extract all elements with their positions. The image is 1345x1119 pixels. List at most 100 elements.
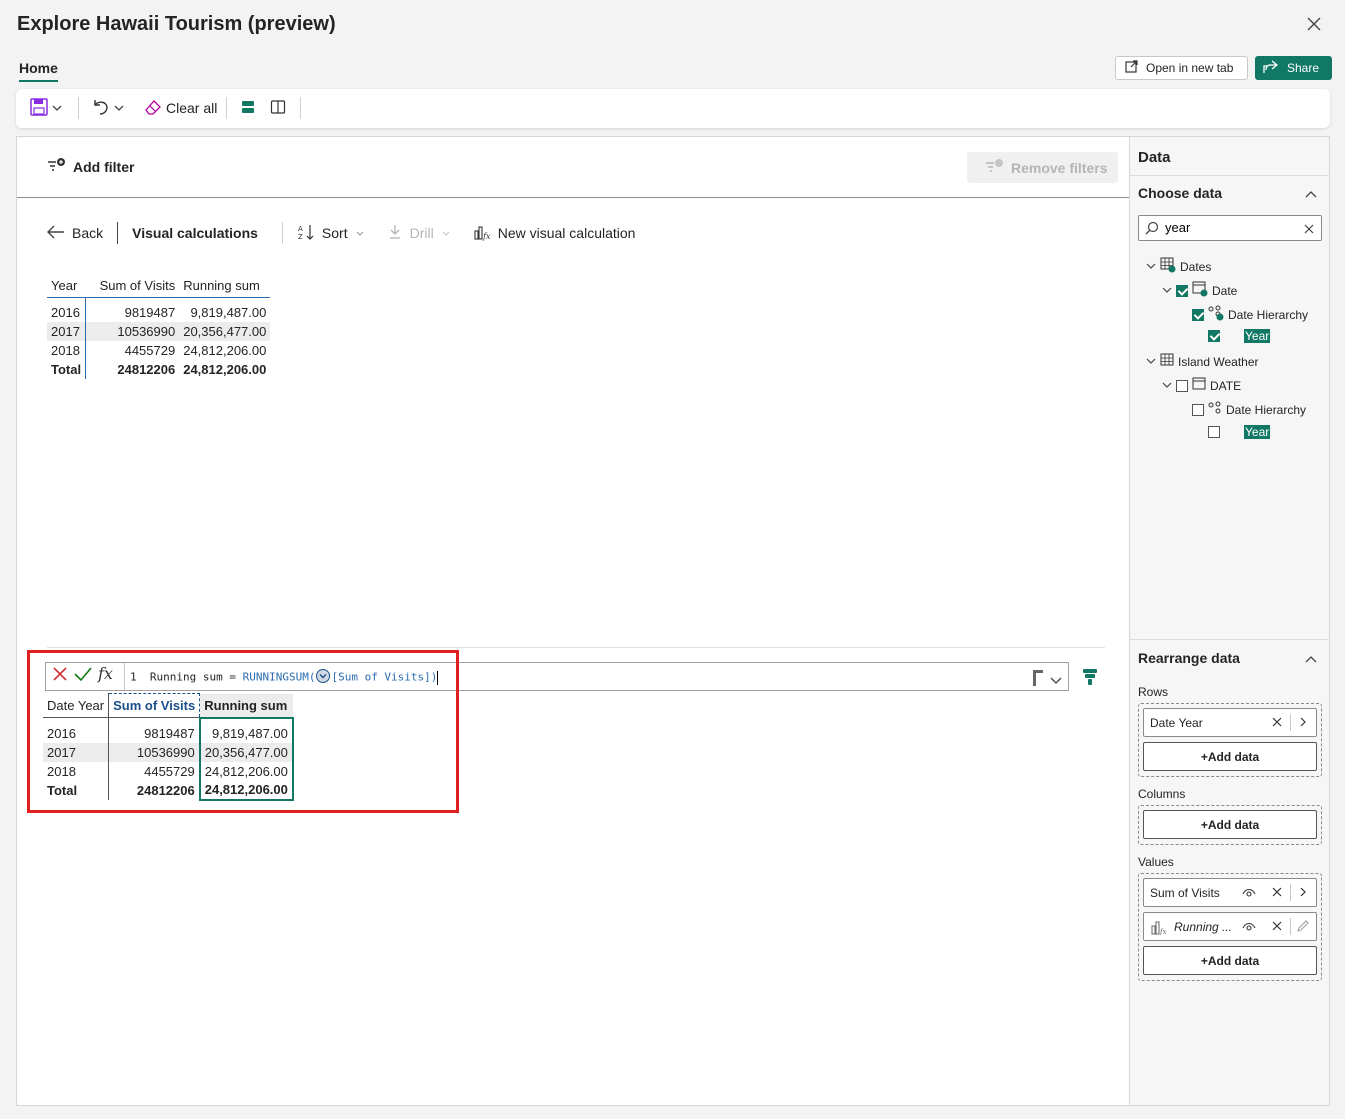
tree-item-island-weather[interactable]: Island Weather [1146,353,1259,370]
chevron-up-icon[interactable] [1305,187,1317,205]
close-icon[interactable] [1304,14,1324,34]
table-cell: 4455729 [124,343,176,358]
table-cell: Total [47,360,87,379]
undo-button[interactable] [92,97,124,119]
sort-icon: AZ [297,223,315,244]
remove-icon[interactable] [1272,887,1282,897]
share-label: Share [1287,61,1320,75]
checkbox[interactable] [1176,284,1188,297]
add-data-button[interactable]: +Add data [1143,946,1317,975]
layout-stacked-button[interactable] [240,97,256,119]
arrow-left-icon [47,225,65,242]
formula-expand-group [1032,669,1062,692]
chevron-down-icon[interactable] [1162,379,1172,393]
drill-button[interactable]: Drill [387,224,451,243]
chevron-down-icon[interactable] [1162,284,1172,298]
window-title: Explore Hawaii Tourism (preview) [17,13,336,35]
remove-icon[interactable] [1272,717,1282,727]
checkbox[interactable] [1176,379,1188,392]
values-well: Sum of Visits fx Running ... +Add data [1138,873,1322,981]
chevron-down-icon [52,100,62,116]
save-icon [30,97,48,119]
chevron-down-icon[interactable] [1146,260,1156,274]
column-header[interactable]: Year [47,275,86,297]
filter-bar: Add filter Remove filters [17,137,1129,198]
calendar-table-icon [1192,281,1208,300]
calendar-table-icon [1192,377,1206,394]
pane-divider[interactable] [47,647,1105,648]
checkbox[interactable] [1208,426,1220,438]
tree-item-dates[interactable]: Dates [1146,257,1211,276]
share-icon [1263,59,1279,77]
ribbon-toolbar: Clear all [16,89,1330,128]
visual-calc-icon: fx [1151,919,1167,935]
search-input[interactable] [1165,220,1295,235]
edit-pencil-icon[interactable] [1297,920,1309,932]
add-data-button[interactable]: +Add data [1143,742,1317,771]
clear-all-button[interactable]: Clear all [144,97,217,119]
tree-item-year-2[interactable]: Year [1208,425,1271,439]
chevron-right-icon[interactable] [1299,717,1307,727]
choose-data-header[interactable]: Choose data [1138,185,1222,201]
columns-well: +Add data [1138,805,1322,845]
remove-filters-label: Remove filters [1011,159,1108,176]
layout-side-button[interactable] [270,97,286,119]
new-visual-calc-label: New visual calculation [497,225,636,241]
share-button[interactable]: Share [1255,56,1332,80]
tree-label: Date Hierarchy [1228,307,1309,322]
add-filter-label: Add filter [73,158,135,175]
chevron-up-icon[interactable] [1305,652,1317,670]
back-button[interactable]: Back [47,225,103,242]
undo-icon [92,98,110,119]
tree-label: DATE [1210,378,1242,393]
eye-icon[interactable] [1242,888,1256,898]
back-label: Back [72,225,104,241]
tree-item-date-hierarchy-2[interactable]: Date Hierarchy [1192,401,1306,418]
main-canvas: Add filter Remove filters Back Visual ca… [16,136,1130,1106]
remove-icon[interactable] [1272,921,1282,931]
sort-button[interactable]: AZ Sort [297,223,365,244]
visual-calculations-label: Visual calculations [132,225,258,241]
clear-search-icon[interactable] [1303,222,1315,240]
add-data-button[interactable]: +Add data [1143,810,1317,839]
tree-label: Dates [1180,259,1212,274]
table-cell: 10536990 [85,322,180,341]
format-painter-icon[interactable] [1082,668,1098,691]
rearrange-data-header[interactable]: Rearrange data [1138,650,1240,666]
checkbox[interactable] [1192,403,1204,416]
tree-label: Year [1244,329,1271,343]
chevron-down-icon[interactable] [1050,672,1062,690]
tree-item-date-caps[interactable]: DATE [1162,377,1241,394]
values-pill-sum-of-visits[interactable]: Sum of Visits [1143,878,1317,907]
search-field[interactable] [1138,215,1322,241]
checkbox[interactable] [1208,330,1220,342]
chevron-right-icon[interactable] [1299,887,1307,897]
table-total-row: Total 24812206 24,812,206.00 [47,360,270,379]
tab-home[interactable]: Home [19,60,58,82]
chevron-down-icon[interactable] [1146,355,1156,369]
tree-label: Date Hierarchy [1226,402,1307,417]
open-new-tab-button[interactable]: Open in new tab [1115,56,1248,80]
tree-label: Date [1212,283,1238,298]
tree-item-date-hierarchy[interactable]: Date Hierarchy [1192,305,1308,324]
column-header[interactable]: Sum of Visits [86,275,180,297]
eye-icon[interactable] [1242,922,1256,932]
remove-filters-button[interactable]: Remove filters [967,152,1118,183]
save-button[interactable] [30,97,62,119]
drill-label: Drill [409,225,434,241]
new-visual-calculation-button[interactable]: fx New visual calculation [473,223,636,244]
tree-item-year[interactable]: Year [1208,329,1271,343]
pill-label: Date Year [1150,715,1203,730]
table-cell: 2017 [47,322,87,341]
tree-label: Year [1244,425,1271,439]
checkbox[interactable] [1192,308,1204,321]
chevron-down-icon [355,225,365,241]
chevron-down-icon [114,100,124,116]
resize-handle-icon[interactable] [1032,669,1044,692]
table-cell: 2018 [47,341,87,360]
rows-pill-date-year[interactable]: Date Year [1143,708,1317,737]
tree-item-date[interactable]: Date [1162,281,1237,300]
values-pill-running-sum[interactable]: fx Running ... [1143,912,1317,941]
column-header[interactable]: Running sum [179,275,270,297]
add-filter-button[interactable]: Add filter [47,157,134,176]
